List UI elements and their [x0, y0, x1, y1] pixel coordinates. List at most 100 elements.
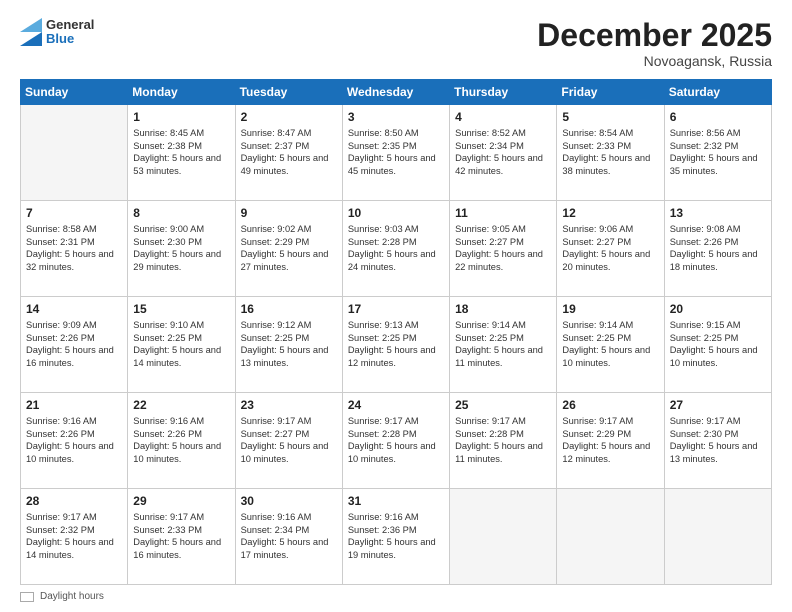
weekday-header-tuesday: Tuesday	[235, 80, 342, 105]
calendar-cell: 16 Sunrise: 9:12 AMSunset: 2:25 PMDayligh…	[235, 297, 342, 393]
day-number: 31	[348, 493, 444, 509]
day-number: 28	[26, 493, 122, 509]
day-number: 1	[133, 109, 229, 125]
calendar-cell: 13 Sunrise: 9:08 AMSunset: 2:26 PMDayligh…	[664, 201, 771, 297]
day-info: Sunrise: 9:17 AMSunset: 2:28 PMDaylight:…	[455, 415, 551, 465]
day-info: Sunrise: 9:14 AMSunset: 2:25 PMDaylight:…	[562, 319, 658, 369]
logo-text: General Blue	[46, 18, 94, 47]
day-number: 11	[455, 205, 551, 221]
day-number: 27	[670, 397, 766, 413]
day-number: 4	[455, 109, 551, 125]
day-info: Sunrise: 9:17 AMSunset: 2:32 PMDaylight:…	[26, 511, 122, 561]
day-info: Sunrise: 9:17 AMSunset: 2:29 PMDaylight:…	[562, 415, 658, 465]
calendar-cell: 20 Sunrise: 9:15 AMSunset: 2:25 PMDayligh…	[664, 297, 771, 393]
day-info: Sunrise: 9:09 AMSunset: 2:26 PMDaylight:…	[26, 319, 122, 369]
day-info: Sunrise: 9:13 AMSunset: 2:25 PMDaylight:…	[348, 319, 444, 369]
day-number: 12	[562, 205, 658, 221]
calendar-cell: 17 Sunrise: 9:13 AMSunset: 2:25 PMDayligh…	[342, 297, 449, 393]
day-number: 6	[670, 109, 766, 125]
calendar-cell	[450, 489, 557, 585]
calendar-cell: 19Sunrise: 9:14 AMSunset: 2:25 PMDayligh…	[557, 297, 664, 393]
calendar-cell	[664, 489, 771, 585]
day-info: Sunrise: 9:16 AMSunset: 2:26 PMDaylight:…	[26, 415, 122, 465]
day-number: 2	[241, 109, 337, 125]
day-number: 17	[348, 301, 444, 317]
day-number: 25	[455, 397, 551, 413]
calendar-week-2: 7 Sunrise: 8:58 AMSunset: 2:31 PMDaylight…	[21, 201, 772, 297]
calendar-cell: 9Sunrise: 9:02 AMSunset: 2:29 PMDaylight…	[235, 201, 342, 297]
day-info: Sunrise: 9:16 AMSunset: 2:36 PMDaylight:…	[348, 511, 444, 561]
calendar-cell: 3Sunrise: 8:50 AMSunset: 2:35 PMDaylight…	[342, 105, 449, 201]
day-number: 9	[241, 205, 337, 221]
day-number: 29	[133, 493, 229, 509]
calendar-cell: 12 Sunrise: 9:06 AMSunset: 2:27 PMDayligh…	[557, 201, 664, 297]
location: Novoagansk, Russia	[537, 53, 772, 69]
calendar-cell: 25 Sunrise: 9:17 AMSunset: 2:28 PMDayligh…	[450, 393, 557, 489]
logo-icon	[20, 18, 42, 46]
day-info: Sunrise: 8:58 AMSunset: 2:31 PMDaylight:…	[26, 223, 122, 273]
weekday-header-row: SundayMondayTuesdayWednesdayThursdayFrid…	[21, 80, 772, 105]
calendar-cell: 22 Sunrise: 9:16 AMSunset: 2:26 PMDayligh…	[128, 393, 235, 489]
calendar-cell: 11 Sunrise: 9:05 AMSunset: 2:27 PMDayligh…	[450, 201, 557, 297]
calendar-table: SundayMondayTuesdayWednesdayThursdayFrid…	[20, 79, 772, 585]
day-info: Sunrise: 9:17 AMSunset: 2:28 PMDaylight:…	[348, 415, 444, 465]
day-number: 13	[670, 205, 766, 221]
day-number: 22	[133, 397, 229, 413]
day-number: 10	[348, 205, 444, 221]
day-number: 14	[26, 301, 122, 317]
day-number: 18	[455, 301, 551, 317]
calendar-week-1: 1Sunrise: 8:45 AMSunset: 2:38 PMDaylight…	[21, 105, 772, 201]
day-info: Sunrise: 9:08 AMSunset: 2:26 PMDaylight:…	[670, 223, 766, 273]
weekday-header-saturday: Saturday	[664, 80, 771, 105]
calendar-cell: 31 Sunrise: 9:16 AMSunset: 2:36 PMDayligh…	[342, 489, 449, 585]
weekday-header-thursday: Thursday	[450, 80, 557, 105]
calendar-cell	[21, 105, 128, 201]
day-info: Sunrise: 9:05 AMSunset: 2:27 PMDaylight:…	[455, 223, 551, 273]
day-number: 16	[241, 301, 337, 317]
calendar-cell	[557, 489, 664, 585]
day-info: Sunrise: 9:06 AMSunset: 2:27 PMDaylight:…	[562, 223, 658, 273]
calendar-week-3: 14 Sunrise: 9:09 AMSunset: 2:26 PMDayligh…	[21, 297, 772, 393]
calendar-cell: 2 Sunrise: 8:47 AMSunset: 2:37 PMDaylight…	[235, 105, 342, 201]
calendar-cell: 18Sunrise: 9:14 AMSunset: 2:25 PMDayligh…	[450, 297, 557, 393]
daylight-box-icon	[20, 592, 34, 602]
day-info: Sunrise: 9:17 AMSunset: 2:33 PMDaylight:…	[133, 511, 229, 561]
calendar-cell: 7 Sunrise: 8:58 AMSunset: 2:31 PMDaylight…	[21, 201, 128, 297]
day-info: Sunrise: 9:15 AMSunset: 2:25 PMDaylight:…	[670, 319, 766, 369]
day-info: Sunrise: 9:12 AMSunset: 2:25 PMDaylight:…	[241, 319, 337, 369]
day-info: Sunrise: 8:47 AMSunset: 2:37 PMDaylight:…	[241, 127, 337, 177]
calendar-cell: 8Sunrise: 9:00 AMSunset: 2:30 PMDaylight…	[128, 201, 235, 297]
logo-general-text: General	[46, 18, 94, 32]
footer: Daylight hours	[20, 591, 772, 602]
calendar-cell: 5Sunrise: 8:54 AMSunset: 2:33 PMDaylight…	[557, 105, 664, 201]
calendar-cell: 1Sunrise: 8:45 AMSunset: 2:38 PMDaylight…	[128, 105, 235, 201]
calendar-body: 1Sunrise: 8:45 AMSunset: 2:38 PMDaylight…	[21, 105, 772, 585]
day-number: 30	[241, 493, 337, 509]
title-block: December 2025 Novoagansk, Russia	[537, 18, 772, 69]
day-info: Sunrise: 9:03 AMSunset: 2:28 PMDaylight:…	[348, 223, 444, 273]
logo-blue-text: Blue	[46, 32, 94, 46]
calendar-cell: 15Sunrise: 9:10 AMSunset: 2:25 PMDayligh…	[128, 297, 235, 393]
calendar-cell: 26Sunrise: 9:17 AMSunset: 2:29 PMDayligh…	[557, 393, 664, 489]
weekday-header-monday: Monday	[128, 80, 235, 105]
calendar-cell: 10 Sunrise: 9:03 AMSunset: 2:28 PMDayligh…	[342, 201, 449, 297]
day-number: 23	[241, 397, 337, 413]
calendar-cell: 29 Sunrise: 9:17 AMSunset: 2:33 PMDayligh…	[128, 489, 235, 585]
calendar-week-4: 21 Sunrise: 9:16 AMSunset: 2:26 PMDayligh…	[21, 393, 772, 489]
day-info: Sunrise: 8:56 AMSunset: 2:32 PMDaylight:…	[670, 127, 766, 177]
calendar-cell: 23 Sunrise: 9:17 AMSunset: 2:27 PMDayligh…	[235, 393, 342, 489]
daylight-label: Daylight hours	[40, 591, 104, 602]
day-info: Sunrise: 9:16 AMSunset: 2:26 PMDaylight:…	[133, 415, 229, 465]
day-number: 15	[133, 301, 229, 317]
day-number: 20	[670, 301, 766, 317]
calendar-week-5: 28 Sunrise: 9:17 AMSunset: 2:32 PMDayligh…	[21, 489, 772, 585]
calendar-cell: 24Sunrise: 9:17 AMSunset: 2:28 PMDayligh…	[342, 393, 449, 489]
calendar-cell: 6 Sunrise: 8:56 AMSunset: 2:32 PMDaylight…	[664, 105, 771, 201]
calendar-cell: 30Sunrise: 9:16 AMSunset: 2:34 PMDayligh…	[235, 489, 342, 585]
calendar-cell: 14 Sunrise: 9:09 AMSunset: 2:26 PMDayligh…	[21, 297, 128, 393]
day-info: Sunrise: 9:17 AMSunset: 2:27 PMDaylight:…	[241, 415, 337, 465]
day-number: 21	[26, 397, 122, 413]
page: General Blue December 2025 Novoagansk, R…	[0, 0, 792, 612]
day-number: 7	[26, 205, 122, 221]
weekday-header-sunday: Sunday	[21, 80, 128, 105]
